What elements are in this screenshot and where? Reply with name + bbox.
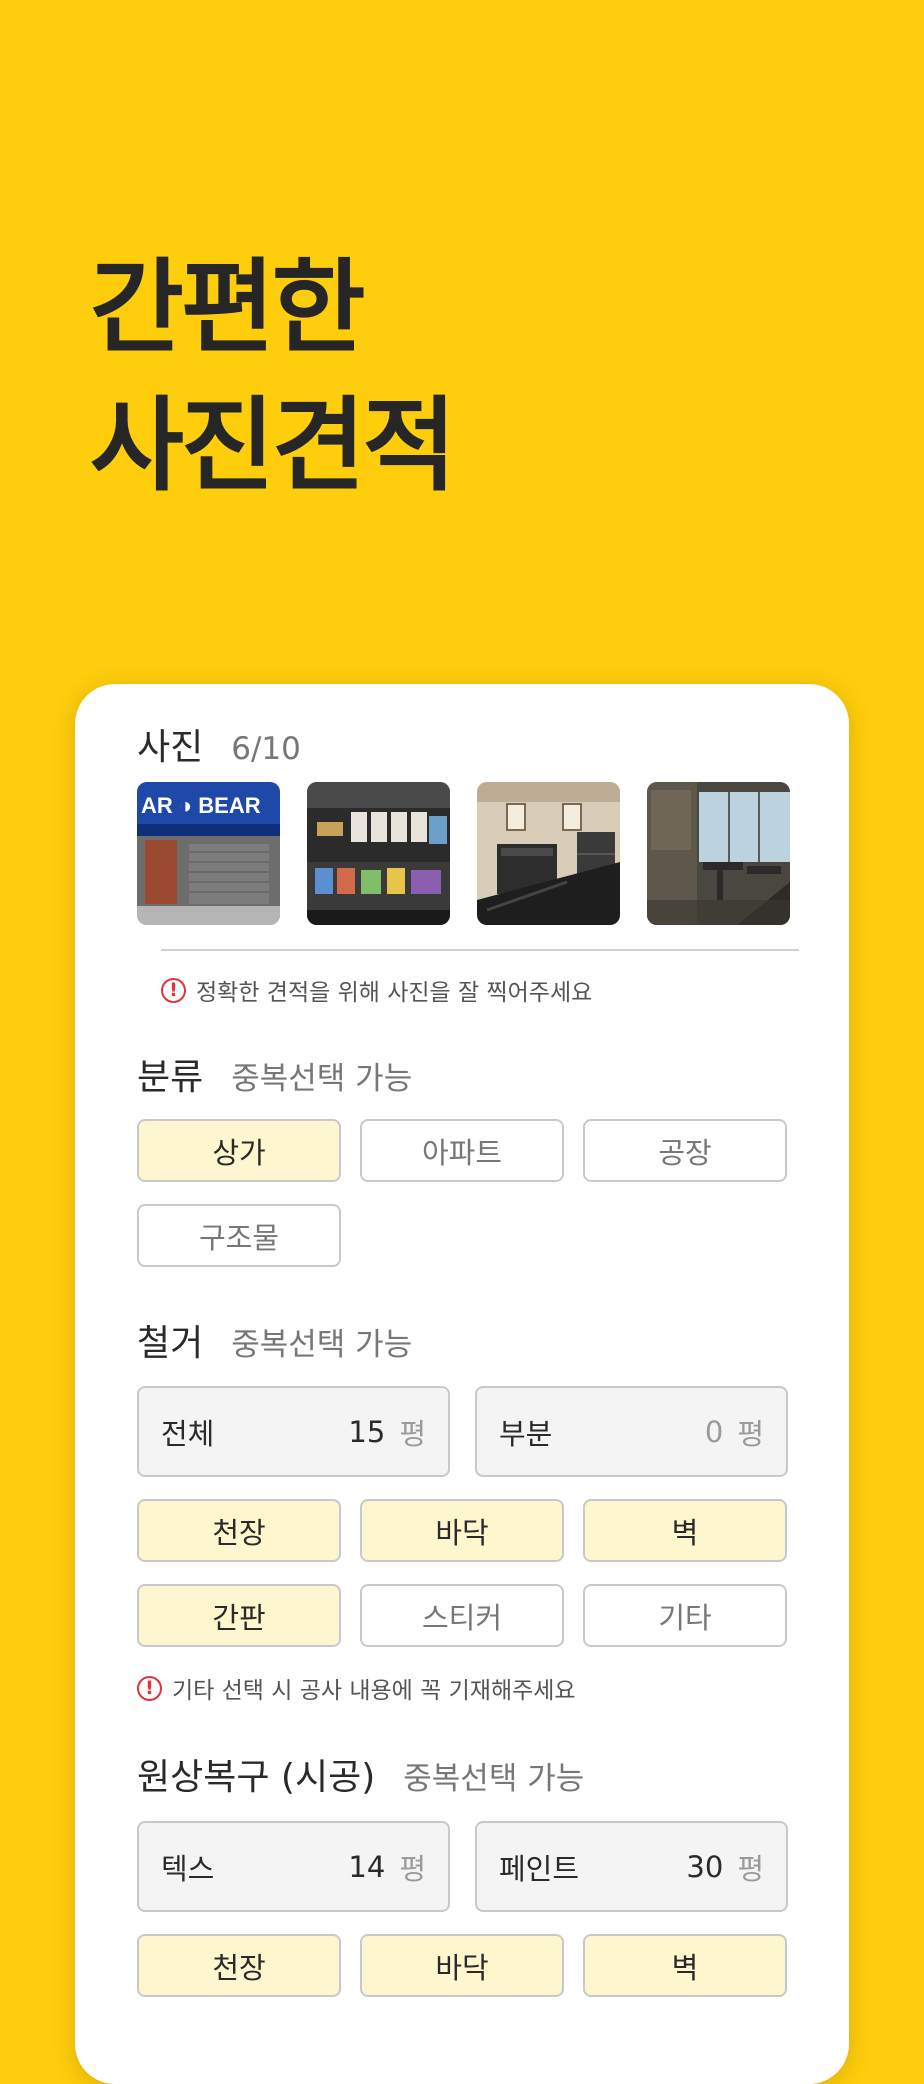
demolition-option-signboard[interactable]: 간판 [137,1584,341,1647]
demolition-partial-area-field[interactable]: 부분 0 평 [475,1386,788,1477]
restoration-tex-area-field[interactable]: 텍스 14 평 [137,1821,450,1912]
partial-area-unit: 평 [737,1416,764,1451]
partial-area-value: 0 [704,1414,724,1449]
category-option-structure[interactable]: 구조물 [137,1204,341,1267]
demolition-title: 철거 [137,1323,204,1364]
warning-icon: ! [137,1675,162,1701]
photo-notice-text: 정확한 견적을 위해 사진을 잘 찍어주세요 [196,980,593,1006]
restoration-title: 원상복구 (시공) [137,1757,376,1798]
demolition-option-sticker[interactable]: 스티커 [360,1584,564,1647]
category-section-header: 분류 중복선택 가능 [137,1048,412,1100]
restoration-paint-area-field[interactable]: 페인트 30 평 [475,1821,788,1912]
photo-thumbnail-counter[interactable] [307,782,450,925]
whole-area-label: 전체 [161,1416,215,1451]
headline-line-1: 간편한 [90,249,366,368]
paint-area-unit: 평 [737,1851,764,1886]
restoration-option-ceiling[interactable]: 천장 [137,1934,341,1997]
category-multi-select-hint: 중복선택 가능 [231,1061,413,1097]
photos-divider [161,949,799,951]
tex-area-label: 텍스 [161,1851,215,1886]
headline: 간편한 사진견적 [90,240,456,516]
storefront-sign-text: AR ◑ BEAR [141,793,261,818]
category-option-commercial[interactable]: 상가 [137,1119,341,1182]
demolition-option-floor[interactable]: 바닥 [360,1499,564,1562]
warning-icon: ! [161,977,186,1003]
restoration-option-floor[interactable]: 바닥 [360,1934,564,1997]
demolition-notice-text: 기타 선택 시 공사 내용에 꼭 기재해주세요 [172,1678,576,1704]
whole-area-value: 15 [348,1414,386,1449]
demolition-option-ceiling[interactable]: 천장 [137,1499,341,1562]
photos-title: 사진 [137,727,204,768]
demolition-multi-select-hint: 중복선택 가능 [231,1327,413,1363]
demolition-option-other[interactable]: 기타 [583,1584,787,1647]
restoration-section-header: 원상복구 (시공) 중복선택 가능 [137,1748,584,1800]
demolition-section-header: 철거 중복선택 가능 [137,1314,412,1366]
whole-area-unit: 평 [399,1416,426,1451]
photo-thumbnail-seating[interactable] [647,782,790,925]
paint-area-label: 페인트 [499,1851,580,1886]
headline-line-2: 사진견적 [90,387,456,506]
tex-area-value: 14 [348,1849,386,1884]
photo-thumbnail-interior[interactable] [477,782,620,925]
photo-count: 6/10 [231,731,301,767]
partial-area-label: 부분 [499,1416,553,1451]
demolition-option-wall[interactable]: 벽 [583,1499,787,1562]
paint-area-value: 30 [686,1849,724,1884]
demolition-notice: ! 기타 선택 시 공사 내용에 꼭 기재해주세요 [137,1671,576,1705]
photo-notice: ! 정확한 견적을 위해 사진을 잘 찍어주세요 [161,973,592,1007]
estimate-card: 사진 6/10 AR ◑ BEAR ! 정확한 견적을 위해 사진을 잘 찍어주… [75,684,849,2084]
photo-thumbnail-storefront[interactable]: AR ◑ BEAR [137,782,280,925]
photos-section-header: 사진 6/10 [137,718,301,770]
photo-thumbnails: AR ◑ BEAR [137,782,790,925]
category-option-apartment[interactable]: 아파트 [360,1119,564,1182]
tex-area-unit: 평 [399,1851,426,1886]
category-option-factory[interactable]: 공장 [583,1119,787,1182]
demolition-whole-area-field[interactable]: 전체 15 평 [137,1386,450,1477]
restoration-multi-select-hint: 중복선택 가능 [403,1761,585,1797]
category-title: 분류 [137,1057,204,1098]
restoration-option-wall[interactable]: 벽 [583,1934,787,1997]
